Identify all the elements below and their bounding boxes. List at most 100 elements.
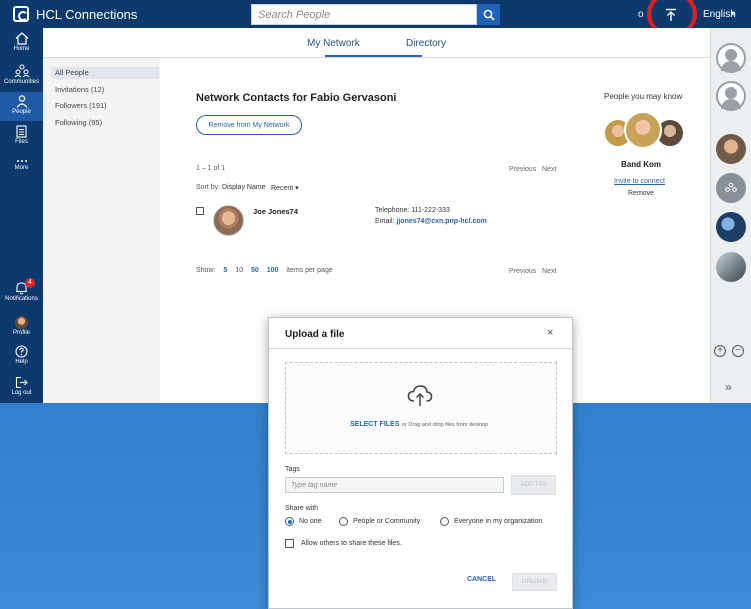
zoom-out-button[interactable]: − xyxy=(732,345,744,357)
invite-to-connect-link[interactable]: Invite to connect xyxy=(614,178,665,185)
nav-help[interactable]: Help xyxy=(0,345,43,369)
nav-communities[interactable]: Communities xyxy=(0,64,43,89)
allow-share-option[interactable]: Allow others to share these files. xyxy=(285,539,402,548)
rail-avatar-placeholder-2[interactable] xyxy=(716,81,746,111)
contact-email-link[interactable]: jjones74@cxn.pnp-hcl.com xyxy=(396,218,486,225)
contact-name[interactable]: Joe Jones74 xyxy=(253,207,298,216)
tag-name-input[interactable] xyxy=(285,477,504,493)
cancel-button[interactable]: CANCEL xyxy=(467,576,496,583)
remove-suggestion-link[interactable]: Remove xyxy=(628,190,654,197)
logout-icon xyxy=(15,376,28,389)
search-people-input[interactable] xyxy=(251,4,477,25)
nav-logout[interactable]: Log out xyxy=(0,376,43,400)
rail-avatar-image-1[interactable] xyxy=(716,212,746,242)
pager-previous-bottom[interactable]: Previous xyxy=(509,268,536,275)
nav-notifications[interactable]: 4 Notifications xyxy=(0,278,43,307)
rail-avatar-image-2[interactable] xyxy=(716,252,746,282)
file-drop-zone[interactable]: SELECT FILES or Drag and drop files from… xyxy=(285,362,557,454)
nav-people[interactable]: People xyxy=(0,92,43,121)
people-subnav: All People Invitations (12) Followers (1… xyxy=(43,58,160,403)
zoom-in-button[interactable]: + xyxy=(714,345,726,357)
sort-by-label: Sort by: xyxy=(196,184,221,191)
nav-more[interactable]: More xyxy=(0,158,43,182)
tab-directory[interactable]: Directory xyxy=(406,38,446,49)
page-size-5[interactable]: 5 xyxy=(223,267,227,274)
communities-icon xyxy=(725,182,737,192)
dialog-header: Upload a file × xyxy=(269,318,572,349)
nav-people-label: People xyxy=(12,109,31,115)
page-size-100[interactable]: 100 xyxy=(267,267,279,274)
per-page-label: items per page xyxy=(286,267,333,274)
page-size-selector: Show: 5 10 50 100 items per page xyxy=(196,267,339,274)
radio-people-or-community[interactable] xyxy=(339,517,348,526)
rail-community-avatar[interactable] xyxy=(716,173,746,203)
active-tab-indicator xyxy=(325,55,422,57)
contact-email: Email: jjones74@cxn.pnp-hcl.com xyxy=(375,218,487,225)
share-people-label: People or Community xyxy=(353,518,421,525)
subnav-invitations[interactable]: Invitations (12) xyxy=(55,85,104,94)
nav-home[interactable]: Home xyxy=(0,32,43,59)
nav-home-label: Home xyxy=(13,46,30,52)
nav-profile[interactable]: Profile xyxy=(0,316,43,338)
people-you-may-know-title: People you may know xyxy=(604,92,683,101)
upload-submit-button[interactable]: UPLOAD xyxy=(512,573,557,591)
page-title-name: Fabio Gervasoni xyxy=(310,92,397,104)
chevron-down-icon[interactable]: ▾ xyxy=(731,9,735,18)
sort-display-name[interactable]: Display Name xyxy=(222,184,266,191)
rail-avatar-placeholder-1[interactable] xyxy=(716,43,746,73)
select-files-link[interactable]: SELECT FILES xyxy=(350,421,399,428)
cloud-upload-icon xyxy=(407,385,433,406)
user-initial[interactable]: o xyxy=(638,9,644,20)
suggestion-avatar-main[interactable] xyxy=(624,111,662,149)
tab-my-network[interactable]: My Network xyxy=(307,38,360,49)
notification-badge: 4 xyxy=(25,278,35,288)
home-icon xyxy=(15,32,28,45)
show-label: Show: xyxy=(196,267,216,274)
share-people-option[interactable]: People or Community xyxy=(339,517,420,526)
sort-recent[interactable]: Recent ▾ xyxy=(271,184,299,192)
connections-logo-icon[interactable] xyxy=(13,6,29,22)
page-title-prefix: Network Contacts for xyxy=(196,92,311,104)
person-icon xyxy=(16,95,27,108)
subnav-following[interactable]: Following (95) xyxy=(55,118,102,127)
share-no-one-option[interactable]: No one xyxy=(285,517,322,526)
remove-from-network-button[interactable]: Remove from My Network xyxy=(196,115,302,135)
results-count: 1 – 1 of 1 xyxy=(196,165,226,172)
pager-next-top[interactable]: Next xyxy=(542,166,556,173)
subnav-all-people[interactable]: All People xyxy=(51,67,159,79)
close-icon[interactable]: × xyxy=(547,327,553,339)
expand-rail-icon[interactable]: » xyxy=(725,380,732,394)
tab-bar: My Network Directory xyxy=(43,28,710,58)
page-title: Network Contacts for Fabio Gervasoni xyxy=(196,92,397,104)
left-navigation: Home Communities People Files More 4 Not… xyxy=(0,28,43,403)
share-with-label: Share with xyxy=(285,505,319,512)
suggestion-name[interactable]: Band Kom xyxy=(621,160,661,169)
nav-more-label: More xyxy=(14,165,29,171)
avatar xyxy=(15,316,28,329)
top-bar: HCL Connections o English ▾ xyxy=(0,0,751,37)
search-button[interactable] xyxy=(477,4,500,25)
nav-communities-label: Communities xyxy=(3,79,39,85)
rail-avatar-person[interactable] xyxy=(716,134,746,164)
pager-next-bottom[interactable]: Next xyxy=(542,268,556,275)
contact-telephone: Telephone: 111-222-333 xyxy=(375,207,450,214)
page-size-50[interactable]: 50 xyxy=(251,267,259,274)
nav-help-label: Help xyxy=(15,359,28,365)
subnav-followers[interactable]: Followers (191) xyxy=(55,101,107,110)
radio-no-one[interactable] xyxy=(285,517,294,526)
allow-share-checkbox[interactable] xyxy=(285,539,294,548)
contact-avatar[interactable] xyxy=(213,205,244,236)
page-size-10[interactable]: 10 xyxy=(235,267,243,274)
pager-previous-top[interactable]: Previous xyxy=(509,166,536,173)
contact-checkbox[interactable] xyxy=(196,207,204,215)
contact-email-label: Email: xyxy=(375,218,397,225)
more-icon xyxy=(16,160,27,162)
search-icon xyxy=(483,9,495,21)
help-icon xyxy=(15,345,28,358)
right-rail: + − xyxy=(710,28,751,403)
nav-logout-label: Log out xyxy=(11,390,32,396)
add-tag-button[interactable]: ADD TAG xyxy=(511,475,556,495)
radio-everyone[interactable] xyxy=(440,517,449,526)
nav-files[interactable]: Files xyxy=(0,125,43,150)
share-everyone-option[interactable]: Everyone in my organization xyxy=(440,517,542,526)
